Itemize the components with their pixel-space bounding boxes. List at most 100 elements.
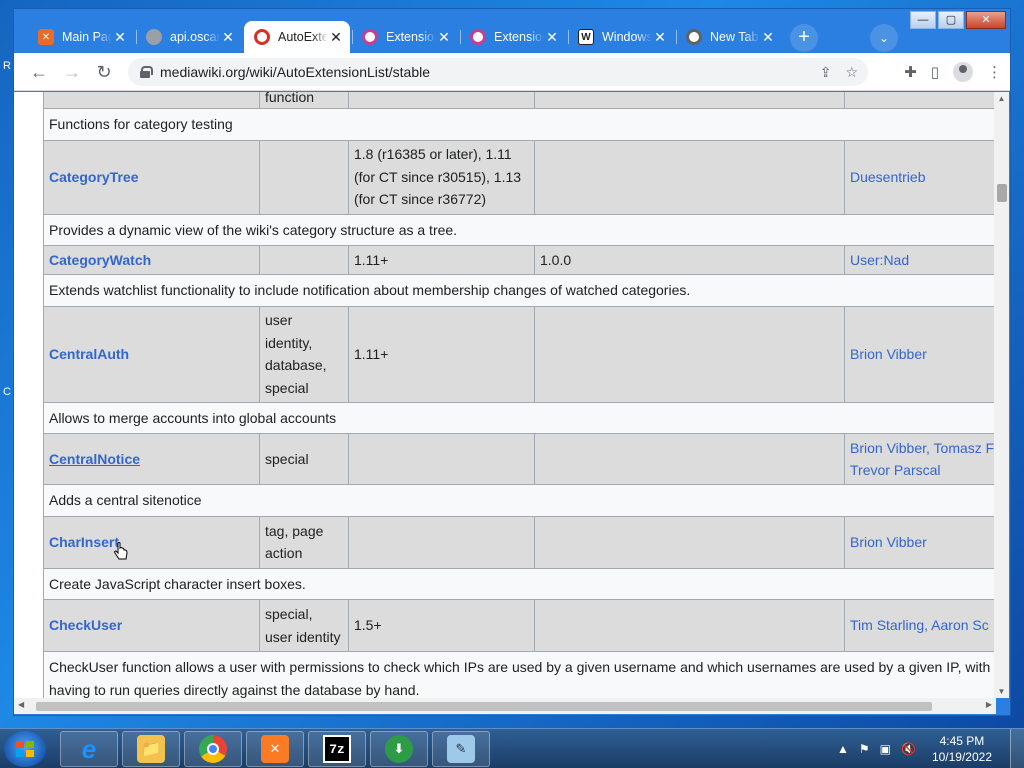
wikipedia-icon: W [578, 29, 594, 45]
description-cell: Functions for category testing [43, 108, 996, 141]
vertical-scroll-thumb[interactable] [997, 184, 1007, 202]
author-link-line[interactable]: Brion Vibber, Tomasz F [850, 437, 996, 460]
author-link[interactable]: Brion Vibber, Tomasz F Trevor Parscal [844, 433, 996, 485]
mediawiki-icon [254, 29, 270, 45]
side-panel-icon[interactable]: ▯ [931, 63, 939, 81]
show-desktop-button[interactable] [1010, 729, 1024, 768]
close-icon[interactable]: ✕ [112, 29, 128, 46]
mediawiki-version-cell: 1.11+ [348, 305, 535, 403]
taskbar-download-manager[interactable]: ⬇ [370, 731, 428, 767]
windows-logo-icon [16, 741, 34, 757]
tab-windows[interactable]: W Windows ✕ [568, 22, 674, 52]
new-tab-button[interactable]: + [790, 24, 818, 52]
minimize-button[interactable]: — [910, 11, 936, 29]
tab-autoextensionlist[interactable]: AutoExtensionList ✕ [244, 21, 350, 53]
start-button[interactable] [4, 731, 46, 767]
taskbar-internet-explorer[interactable]: e [60, 731, 118, 767]
tab-search-button[interactable]: ⌄ [870, 24, 898, 52]
scroll-up-arrow-icon[interactable]: ▲ [994, 94, 1009, 103]
action-center-flag-icon[interactable]: ⚑ [859, 742, 870, 756]
tab-title: AutoExtensionList [278, 30, 328, 44]
release-cell [534, 433, 845, 485]
share-icon[interactable]: ⇪ [820, 64, 832, 81]
type-cell: tag, page action [259, 515, 349, 569]
scroll-down-arrow-icon[interactable]: ▼ [994, 687, 1009, 696]
tab-title: New Tab [710, 30, 759, 44]
close-icon[interactable]: ✕ [220, 29, 236, 46]
reload-icon[interactable]: ↻ [91, 59, 117, 85]
taskbar: e 📁 ✕ 7z ⬇ ✎ ▲ ⚑ ▣ 🔇 4:45 PM 10/19/2022 [0, 728, 1024, 768]
vertical-scrollbar[interactable]: ▲ ▼ [994, 92, 1009, 698]
table-row: CategoryWatch 1.11+ 1.0.0 User:Nad [43, 245, 996, 275]
volume-muted-icon[interactable]: 🔇 [901, 742, 916, 756]
description-cell: Provides a dynamic view of the wiki's ca… [43, 213, 996, 246]
extension-name-link[interactable]: CategoryTree [43, 139, 260, 215]
desktop-text-c: C [3, 386, 11, 398]
clock[interactable]: 4:45 PM 10/19/2022 [932, 733, 992, 765]
forward-arrow-icon[interactable]: → [59, 59, 85, 85]
extension-name-link[interactable]: CheckUser [43, 599, 260, 652]
table-row: CheckUser special, user identity 1.5+ Tim S… [43, 599, 996, 652]
taskbar-7zip[interactable]: 7z [308, 731, 366, 767]
mediawiki-version-cell: 1.5+ [348, 599, 535, 652]
close-icon[interactable]: ✕ [544, 29, 560, 46]
extension-name-link[interactable]: CategoryWatch [43, 245, 260, 275]
release-cell [534, 139, 845, 215]
bookmark-star-icon[interactable]: ☆ [845, 64, 858, 81]
extension-table: function Functions for category testing C… [43, 92, 996, 698]
author-link-line[interactable]: Trevor Parscal [850, 459, 996, 482]
extension-name-link[interactable]: CentralAuth [43, 305, 260, 403]
menu-kebab-icon[interactable]: ⋮ [987, 63, 1002, 81]
close-icon[interactable]: ✕ [652, 29, 668, 46]
author-link[interactable]: Brion Vibber [844, 305, 996, 403]
tray-expand-icon[interactable]: ▲ [837, 742, 849, 756]
taskbar-xampp[interactable]: ✕ [246, 731, 304, 767]
tab-api-oscar[interactable]: api.oscar ✕ [136, 22, 242, 52]
clock-time: 4:45 PM [939, 734, 985, 748]
address-text: mediawiki.org/wiki/AutoExtensionList/sta… [160, 64, 431, 80]
globe-icon [146, 29, 162, 45]
type-cell: special [259, 433, 349, 485]
mediawiki-version-cell: 1.11+ [348, 245, 535, 275]
horizontal-scrollbar[interactable]: ◀ ▶ [14, 698, 996, 714]
scroll-right-arrow-icon[interactable]: ▶ [986, 700, 992, 709]
close-window-button[interactable]: ✕ [966, 11, 1006, 29]
horizontal-scroll-thumb[interactable] [36, 702, 932, 711]
tab-title: Extension [386, 30, 436, 44]
network-icon[interactable]: ▣ [880, 742, 891, 756]
description-row: Provides a dynamic view of the wiki's ca… [43, 213, 996, 246]
table-row: CentralNotice special Brion Vibber, Tomasz… [43, 433, 996, 485]
table-row: CategoryTree 1.8 (r16385 or later), 1.11 … [43, 139, 996, 215]
extension-name-link[interactable]: CentralNotice [43, 433, 260, 485]
mediawiki-version-cell: 1.8 (r16385 or later), 1.11 (for CT sinc… [348, 139, 535, 215]
description-row: Create JavaScript character insert boxes… [43, 567, 996, 600]
back-arrow-icon[interactable]: ← [26, 59, 52, 85]
tab-main-page[interactable]: ✕ Main Page ✕ [28, 22, 134, 52]
author-link[interactable]: Tim Starling, Aaron Sc [844, 599, 996, 652]
extensions-puzzle-icon[interactable]: ✚ [904, 63, 917, 81]
release-cell [534, 515, 845, 569]
mouse-hand-cursor [114, 542, 128, 560]
taskbar-file-explorer[interactable]: 📁 [122, 731, 180, 767]
maximize-button[interactable]: ▢ [938, 11, 964, 29]
close-icon[interactable]: ✕ [760, 29, 776, 46]
profile-avatar-icon[interactable] [953, 62, 973, 82]
scroll-left-arrow-icon[interactable]: ◀ [18, 700, 24, 709]
browser-toolbar: ← → ↻ mediawiki.org/wiki/AutoExtensionLi… [14, 53, 1010, 91]
mediawiki-version-cell [348, 433, 535, 485]
close-icon[interactable]: ✕ [328, 29, 344, 46]
author-link[interactable]: Duesentrieb [844, 139, 996, 215]
tab-extension-2[interactable]: Extension ✕ [460, 22, 566, 52]
author-link[interactable]: Brion Vibber [844, 515, 996, 569]
tab-extension-1[interactable]: Extension ✕ [352, 22, 458, 52]
extension-name-link[interactable]: CharInsert [43, 515, 260, 569]
address-bar[interactable]: mediawiki.org/wiki/AutoExtensionList/sta… [128, 58, 868, 86]
taskbar-chrome[interactable] [184, 731, 242, 767]
tab-new-tab[interactable]: New Tab ✕ [676, 22, 782, 52]
description-row: CheckUser function allows a user with pe… [43, 651, 996, 698]
lock-icon [140, 66, 153, 78]
taskbar-notepad[interactable]: ✎ [432, 731, 490, 767]
author-link[interactable]: User:Nad [844, 245, 996, 275]
7zip-icon: 7z [323, 735, 351, 763]
close-icon[interactable]: ✕ [436, 29, 452, 46]
